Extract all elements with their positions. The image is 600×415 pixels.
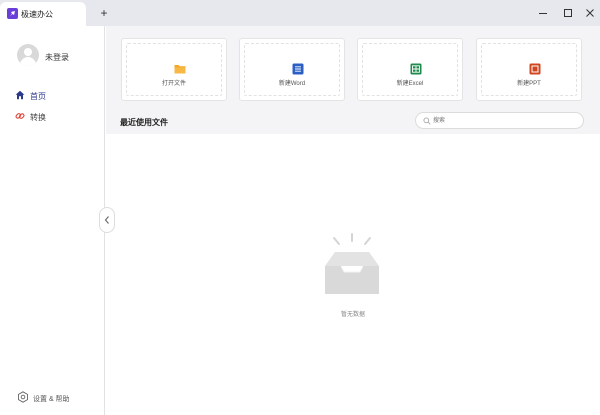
ppt-icon — [529, 63, 541, 75]
card-label: 新建Word — [278, 81, 306, 87]
gear-icon — [17, 391, 29, 403]
sidebar: 未登录 首页 转换 设置 & 帮助 — [0, 26, 105, 415]
close-icon[interactable] — [583, 6, 597, 20]
settings-help-button[interactable]: 设置 & 帮助 — [17, 391, 97, 405]
search-input[interactable] — [433, 115, 573, 127]
card-label: 新建Excel — [396, 81, 424, 87]
avatar[interactable] — [17, 44, 39, 66]
sidebar-item-convert[interactable]: 转换 — [15, 110, 95, 124]
sidebar-item-label: 首页 — [30, 92, 46, 101]
home-icon — [15, 90, 25, 100]
new-excel-card[interactable]: 新建Excel — [357, 38, 463, 101]
new-ppt-card[interactable]: 新建PPT — [476, 38, 582, 101]
maximize-icon[interactable] — [561, 6, 575, 20]
search-icon — [423, 117, 431, 127]
card-label: 新建PPT — [517, 81, 541, 87]
new-word-card[interactable]: 新建Word — [239, 38, 345, 101]
card-label: 打开文件 — [161, 81, 186, 87]
sidebar-item-home[interactable]: 首页 — [15, 89, 95, 103]
excel-icon — [410, 63, 422, 75]
empty-state-text: 暂无数据 — [340, 312, 365, 318]
link-icon — [15, 111, 25, 121]
title-bar: 极速办公 + — [0, 0, 600, 26]
collapse-sidebar-button[interactable] — [99, 207, 115, 233]
app-logo-icon — [7, 8, 18, 19]
app-tab-title: 极速办公 — [21, 10, 53, 19]
open-file-card[interactable]: 打开文件 — [121, 38, 227, 101]
empty-inbox-icon — [317, 230, 387, 302]
new-tab-button[interactable]: + — [97, 6, 111, 20]
search-box[interactable] — [415, 112, 584, 129]
app-tab[interactable]: 极速办公 — [0, 2, 86, 26]
minimize-icon[interactable] — [536, 6, 550, 20]
user-name[interactable]: 未登录 — [45, 52, 69, 63]
main-area: 打开文件 新建Word 新建Excel 新建PPT 最近使用文件 搜索 暂无数据 — [106, 26, 600, 415]
settings-label: 设置 & 帮助 — [33, 396, 70, 403]
sidebar-item-label: 转换 — [30, 113, 46, 122]
folder-icon — [174, 63, 186, 75]
word-icon — [292, 63, 304, 75]
recent-files-title: 最近使用文件 — [120, 118, 168, 127]
chevron-left-icon — [103, 215, 111, 227]
recent-files-list: 暂无数据 — [106, 134, 600, 415]
